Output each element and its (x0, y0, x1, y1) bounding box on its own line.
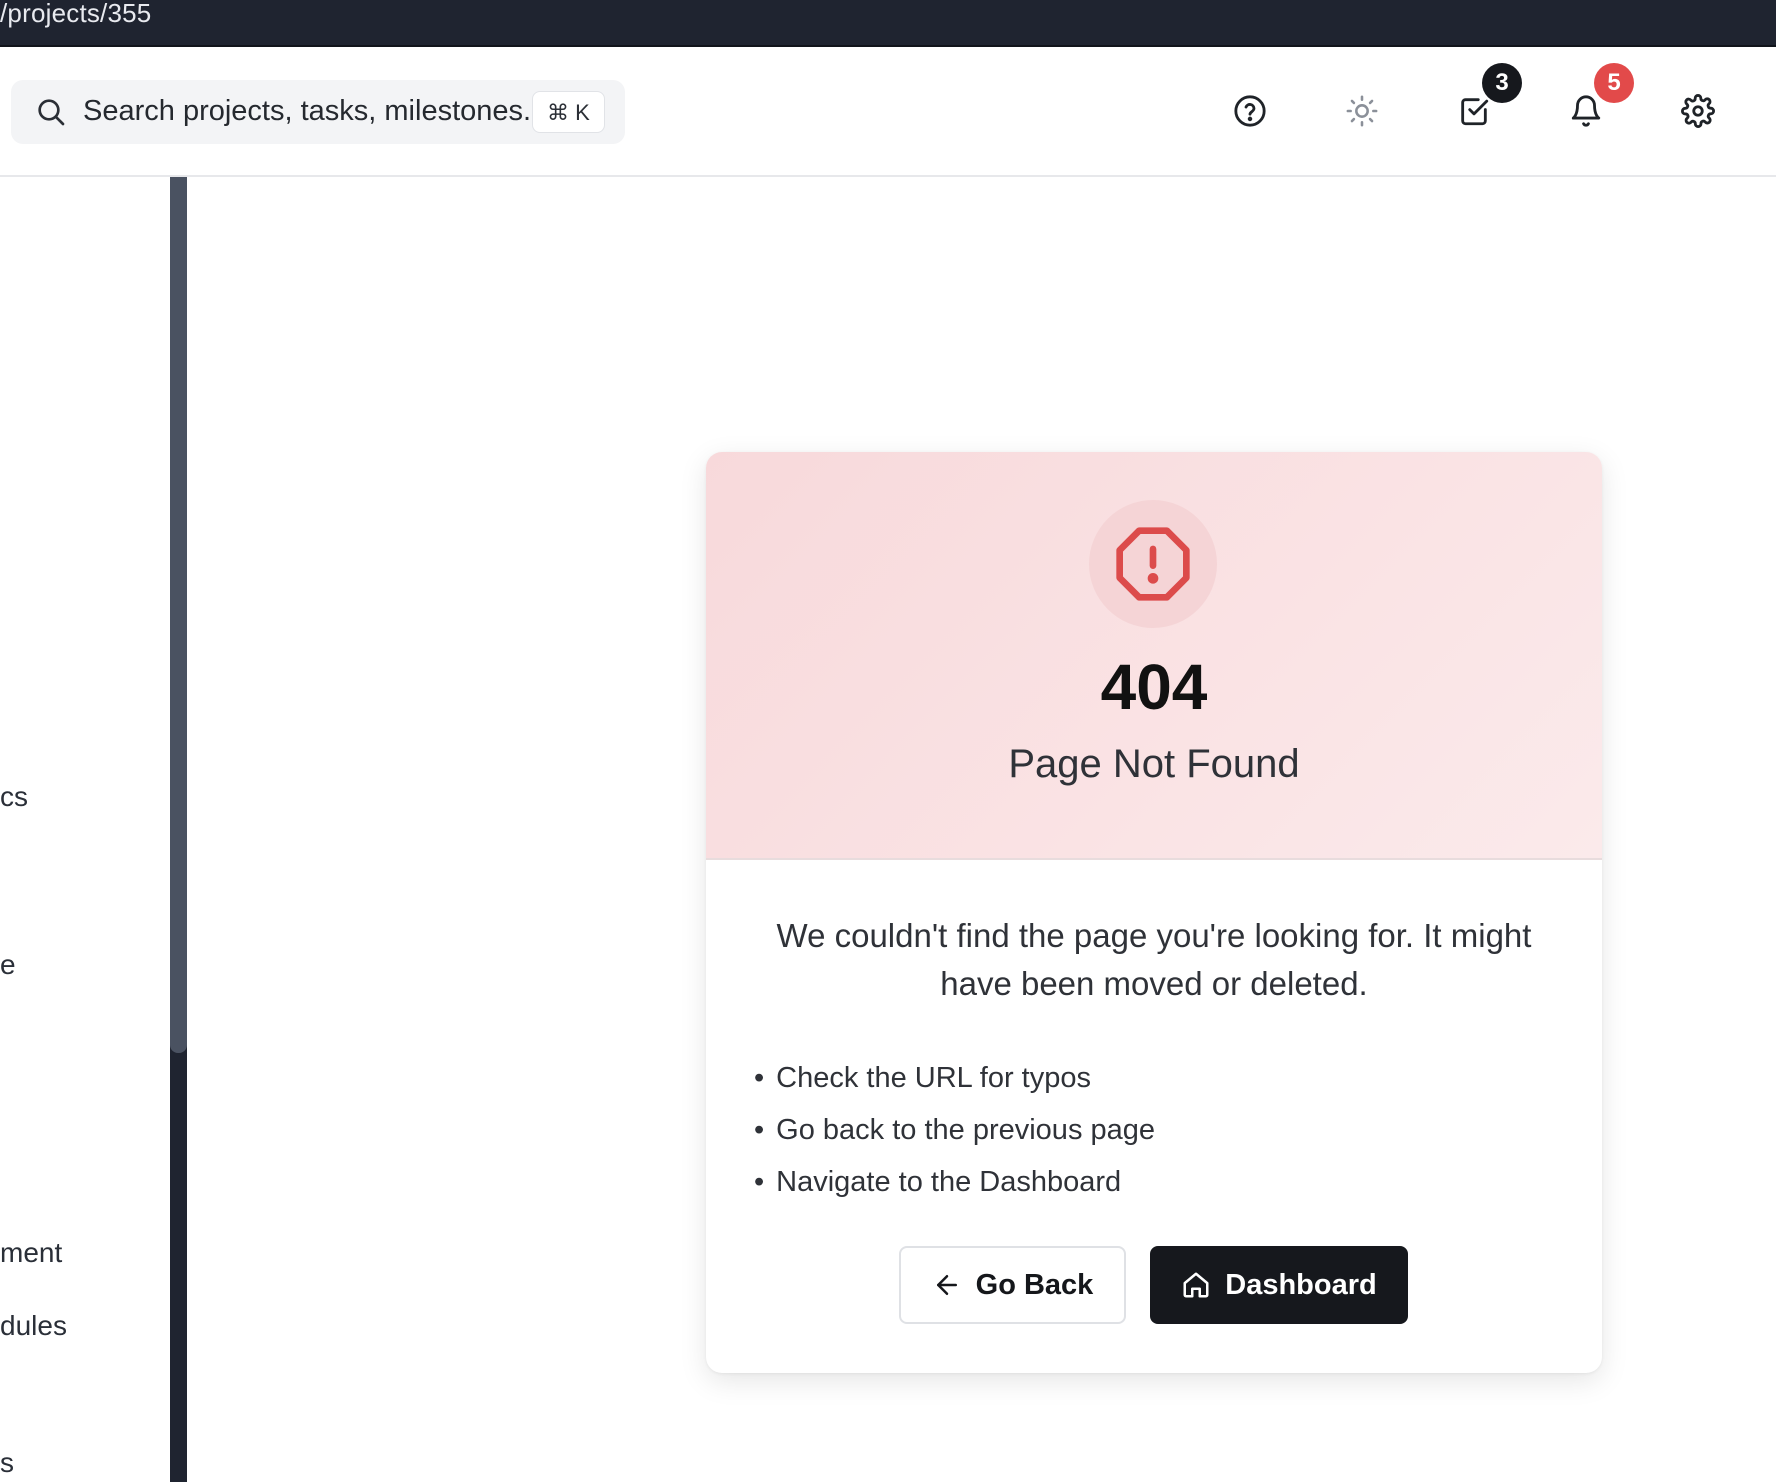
dashboard-button[interactable]: Dashboard (1150, 1246, 1408, 1324)
settings-button[interactable] (1674, 87, 1722, 135)
sidebar-item[interactable]: ment (0, 1237, 62, 1269)
tip-item: Go back to the previous page (754, 1104, 1554, 1156)
search-bar[interactable]: Search projects, tasks, milestones... ⌘ … (11, 80, 625, 144)
arrow-left-icon (936, 1275, 957, 1295)
tips-list: Check the URL for typos Go back to the p… (754, 1052, 1554, 1208)
url-bar: /projects/355 (0, 0, 1776, 47)
go-back-label: Go Back (975, 1268, 1094, 1301)
sidebar-scrollbar-thumb[interactable] (170, 177, 187, 1053)
error-card: 404 Page Not Found We couldn't find the … (706, 452, 1602, 1373)
tip-item: Navigate to the Dashboard (754, 1156, 1554, 1208)
help-icon (1234, 95, 1266, 127)
error-title: Page Not Found (1008, 742, 1300, 786)
error-icon-container (1089, 500, 1217, 628)
gear-icon (1681, 94, 1715, 128)
dashboard-label: Dashboard (1225, 1268, 1377, 1301)
sidebar-item[interactable]: e (0, 949, 16, 981)
tip-item: Check the URL for typos (754, 1052, 1554, 1104)
sidebar-item[interactable]: dules (0, 1310, 67, 1342)
search-shortcut-hint: ⌘ K (532, 91, 605, 133)
go-back-button[interactable]: Go Back (899, 1246, 1126, 1324)
theme-toggle-button[interactable] (1338, 87, 1386, 135)
theme-sun-icon (1346, 95, 1378, 127)
tasks-check-icon (1461, 98, 1489, 126)
top-header: Search projects, tasks, milestones... ⌘ … (0, 47, 1776, 177)
sidebar: cs e ment dules s (0, 177, 187, 1482)
url-text: /projects/355 (0, 0, 152, 28)
tasks-badge: 3 (1482, 63, 1522, 103)
search-icon (38, 99, 65, 126)
search-input[interactable]: Search projects, tasks, milestones... (83, 95, 543, 131)
sidebar-item[interactable]: cs (0, 781, 28, 813)
error-description: We couldn't find the page you're looking… (776, 917, 1532, 1002)
help-button[interactable] (1226, 87, 1274, 135)
notifications-badge: 5 (1594, 63, 1634, 103)
error-card-header: 404 Page Not Found (706, 452, 1602, 860)
bell-icon (1571, 95, 1601, 127)
home-icon (1183, 1272, 1209, 1298)
alert-octagon-icon (1116, 527, 1190, 601)
sidebar-item[interactable]: s (0, 1447, 14, 1479)
error-code: 404 (1100, 651, 1208, 723)
